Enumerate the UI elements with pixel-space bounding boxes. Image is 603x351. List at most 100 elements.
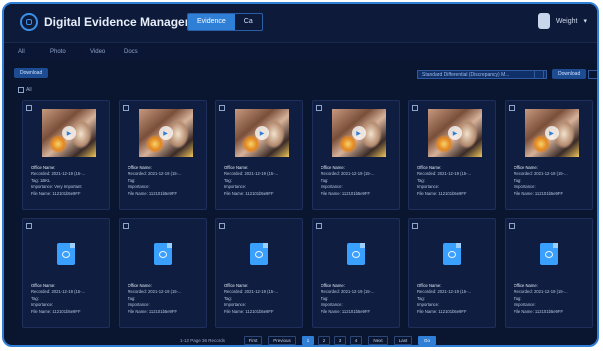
card-file-name: File Name: 112101b5e9FF <box>31 308 81 314</box>
card-checkbox[interactable] <box>412 223 418 229</box>
document-file-icon[interactable] <box>57 243 75 265</box>
card-checkbox[interactable] <box>508 105 515 111</box>
evidence-card[interactable]: Office Name: Recorded: 2021-12-19 (15-...… <box>408 218 496 328</box>
app-logo-icon <box>20 13 38 31</box>
card-checkbox[interactable] <box>315 223 322 229</box>
download-button[interactable]: Download <box>14 68 49 78</box>
card-checkbox[interactable] <box>219 223 225 229</box>
evidence-card[interactable]: Office Name: Recorded: 2021-12-19 (15-...… <box>118 218 207 328</box>
document-file-icon[interactable] <box>443 243 461 265</box>
app-window: Digital Evidence Management Evidence Ca … <box>2 2 599 347</box>
card-metadata: Office Name: Recorded: 2021-12-19 (15-...… <box>321 165 397 197</box>
evidence-thumbnail[interactable]: ▶ <box>428 109 482 157</box>
card-file-name: File Name: 112101b5e9FF <box>320 190 371 196</box>
card-checkbox[interactable] <box>122 223 129 229</box>
menu-item-photo[interactable]: Photo <box>50 49 66 55</box>
previous-page-button[interactable]: Previous <box>268 336 296 345</box>
document-file-icon[interactable] <box>539 243 558 265</box>
document-file-icon[interactable] <box>153 243 172 265</box>
evidence-card[interactable]: Office Name: Recorded: 2021-12-19 (15-...… <box>311 218 400 328</box>
chevron-down-icon: ▾ <box>583 18 587 25</box>
card-metadata: Office Name: Recorded: 2021-12-19 (15-...… <box>321 283 397 315</box>
page-2-button[interactable]: 2 <box>318 336 330 345</box>
go-button[interactable]: Go <box>418 336 436 345</box>
evidence-card[interactable]: ▶ Office Name: Recorded: 2021-12-19 (15-..… <box>311 100 400 210</box>
card-checkbox[interactable] <box>412 105 418 111</box>
evidence-card[interactable]: ▶ Office Name: Recorded: 2021-12-19 (15-..… <box>22 100 110 210</box>
card-checkbox[interactable] <box>122 105 129 111</box>
card-file-name: File Name: 112101b5e9FF <box>224 190 274 196</box>
filter-select[interactable]: Standard Differential (Discrepancy) M... <box>417 70 547 79</box>
view-toggle: Evidence Ca <box>187 13 263 31</box>
last-page-button[interactable]: Last <box>394 336 412 345</box>
settings-icon[interactable] <box>588 70 597 79</box>
evidence-thumbnail[interactable]: ▶ <box>331 109 386 157</box>
card-file-name: File Name: 112101b5e9FF <box>127 308 178 314</box>
card-file-name: File Name: 112101b5e9FF <box>127 190 178 196</box>
page-1-button[interactable]: 1 <box>302 336 314 345</box>
top-bar: Digital Evidence Management Evidence Ca … <box>4 4 597 43</box>
document-file-icon[interactable] <box>250 243 268 265</box>
card-checkbox[interactable] <box>26 105 32 111</box>
evidence-card[interactable]: Office Name: Recorded: 2021-12-19 (15-...… <box>215 218 303 328</box>
card-file-name: File Name: 112101b5e9FF <box>417 308 467 314</box>
select-all[interactable]: All <box>18 87 32 93</box>
evidence-card[interactable]: ▶ Office Name: Recorded: 2021-12-19 (15-..… <box>504 100 593 210</box>
play-icon[interactable]: ▶ <box>158 126 173 140</box>
play-icon[interactable]: ▶ <box>351 126 366 140</box>
filter-clear-icon[interactable] <box>534 70 544 79</box>
page-3-button[interactable]: 3 <box>334 336 346 345</box>
evidence-thumbnail[interactable]: ▶ <box>42 109 96 157</box>
pagination: 1-12 Page 36 Records First Previous 1 2 … <box>4 334 597 345</box>
play-icon[interactable]: ▶ <box>62 126 76 140</box>
play-icon[interactable]: ▶ <box>544 126 559 140</box>
user-icon <box>537 13 550 29</box>
select-all-label: All <box>26 87 32 93</box>
toggle-secondary[interactable]: Ca <box>235 14 262 30</box>
menu-bar: All Photo Video Docs <box>4 44 597 62</box>
evidence-thumbnail[interactable]: ▶ <box>235 109 289 157</box>
card-file-name: File Name: 112101b5e9FF <box>31 190 81 196</box>
next-page-button[interactable]: Next <box>368 336 388 345</box>
first-page-button[interactable]: First <box>244 336 262 345</box>
card-metadata: Office Name: Recorded: 2021-12-19 (15-...… <box>31 283 107 315</box>
menu-item-all[interactable]: All <box>18 49 25 55</box>
card-metadata: Office Name: Recorded: 2021-12-19 (15-...… <box>31 165 107 197</box>
evidence-thumbnail[interactable]: ▶ <box>138 109 193 157</box>
card-metadata: Office Name: Recorded: 2021-12-19 (15-...… <box>128 165 204 197</box>
export-button[interactable]: Download <box>552 69 587 79</box>
toggle-evidence[interactable]: Evidence <box>188 14 235 30</box>
card-metadata: Office Name: Recorded: 2021-12-19 (15-...… <box>224 165 300 197</box>
card-metadata: Office Name: Recorded: 2021-12-19 (15-...… <box>417 283 493 315</box>
evidence-card[interactable]: Office Name: Recorded: 2021-12-19 (15-...… <box>22 218 110 328</box>
evidence-card[interactable]: ▶ Office Name: Recorded: 2021-12-19 (15-..… <box>215 100 303 210</box>
document-file-icon[interactable] <box>346 243 365 265</box>
evidence-thumbnail[interactable]: ▶ <box>524 109 579 157</box>
play-icon[interactable]: ▶ <box>448 126 462 140</box>
card-metadata: Office Name: Recorded: 2021-12-19 (15-...… <box>514 165 590 197</box>
menu-item-video[interactable]: Video <box>90 49 105 55</box>
card-file-name: File Name: 112101b5e9FF <box>513 308 564 314</box>
card-checkbox[interactable] <box>315 105 322 111</box>
card-file-name: File Name: 112101b5e9FF <box>513 190 564 196</box>
user-name: Weight <box>555 17 578 25</box>
select-all-checkbox[interactable] <box>18 87 24 93</box>
evidence-card[interactable]: ▶ Office Name: Recorded: 2021-12-19 (15-..… <box>118 100 207 210</box>
play-icon[interactable]: ▶ <box>255 126 269 140</box>
card-file-name: File Name: 112101b5e9FF <box>320 308 371 314</box>
card-checkbox[interactable] <box>219 105 225 111</box>
evidence-card[interactable]: Office Name: Recorded: 2021-12-19 (15-...… <box>504 218 593 328</box>
card-file-name: File Name: 112101b5e9FF <box>224 308 274 314</box>
card-file-name: File Name: 112101b5e9FF <box>417 190 467 196</box>
card-checkbox[interactable] <box>508 223 515 229</box>
card-metadata: Office Name: Recorded: 2021-12-19 (15-...… <box>417 165 493 197</box>
menu-item-docs[interactable]: Docs <box>124 49 138 55</box>
card-metadata: Office Name: Recorded: 2021-12-19 (15-...… <box>224 283 300 315</box>
card-metadata: Office Name: Recorded: 2021-12-19 (15-...… <box>128 283 204 315</box>
card-checkbox[interactable] <box>26 223 32 229</box>
page-4-button[interactable]: 4 <box>350 336 362 345</box>
evidence-card[interactable]: ▶ Office Name: Recorded: 2021-12-19 (15-..… <box>408 100 496 210</box>
pagination-summary: 1-12 Page 36 Records <box>180 338 226 343</box>
user-menu[interactable]: Weight ▾ <box>537 13 587 29</box>
card-metadata: Office Name: Recorded: 2021-12-19 (15-...… <box>514 283 590 315</box>
